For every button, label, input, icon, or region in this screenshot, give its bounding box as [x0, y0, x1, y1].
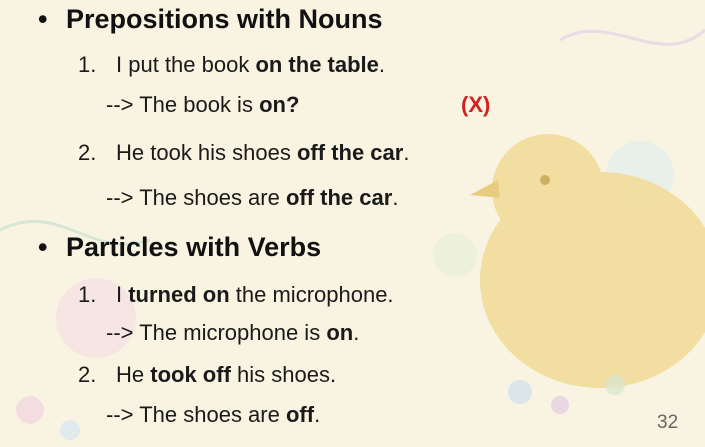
result-part: --> The book is [106, 92, 260, 117]
list-item: 1. I turned on the microphone. [78, 282, 394, 308]
sentence-part: his shoes. [230, 362, 337, 387]
result-part: . [392, 185, 399, 210]
sentence-bold: off the car [296, 140, 404, 165]
result-bold: off [285, 402, 315, 427]
sentence-part: the microphone. [229, 282, 394, 307]
result-line: --> The book is on? [106, 92, 299, 118]
list-item: 1. I put the book on the table. [78, 52, 385, 78]
result-bold: on [326, 320, 354, 345]
sentence-part: . [403, 140, 410, 165]
sentence-part: . [378, 52, 386, 77]
sentence-part: I [116, 282, 129, 307]
heading-text: Prepositions with Nouns [66, 4, 383, 34]
item-number: 2. [78, 362, 97, 387]
sentence-bold: on the table [255, 52, 379, 77]
section-heading: • Prepositions with Nouns [38, 4, 383, 35]
sentence-part: I put the book [116, 52, 256, 77]
result-part: --> The shoes are [106, 185, 286, 210]
bullet-point: • [38, 232, 48, 262]
result-part: --> The shoes are [106, 402, 286, 427]
result-bold: off the car [285, 185, 393, 210]
result-part: . [314, 402, 321, 427]
item-number: 1. [78, 52, 97, 77]
slide: • Prepositions with Nouns 1. I put the boo… [0, 0, 705, 447]
sentence-bold: took off [150, 362, 231, 387]
heading-text: Particles with Verbs [66, 232, 322, 262]
list-item: 2. He took his shoes off the car. [78, 140, 409, 166]
bullet-point: • [38, 4, 48, 34]
result-line: --> The microphone is on. [106, 320, 359, 346]
item-number: 2. [78, 140, 97, 165]
result-line: --> The shoes are off the car. [106, 185, 398, 211]
slide-content: • Prepositions with Nouns 1. I put the boo… [0, 0, 705, 447]
result-bold: on? [259, 92, 300, 117]
result-part: . [353, 320, 360, 345]
section-heading: • Particles with Verbs [38, 232, 321, 263]
sentence-bold: turned on [128, 282, 230, 307]
wrong-mark: (X) [461, 92, 491, 117]
sentence-part: He took his shoes [116, 140, 297, 165]
page-number: 32 [657, 412, 679, 433]
result-line: --> The shoes are off. [106, 402, 320, 428]
list-item: 2. He took off his shoes. [78, 362, 336, 388]
sentence-part: He [116, 362, 151, 387]
item-number: 1. [78, 282, 97, 307]
result-part: --> The microphone is [106, 320, 327, 345]
